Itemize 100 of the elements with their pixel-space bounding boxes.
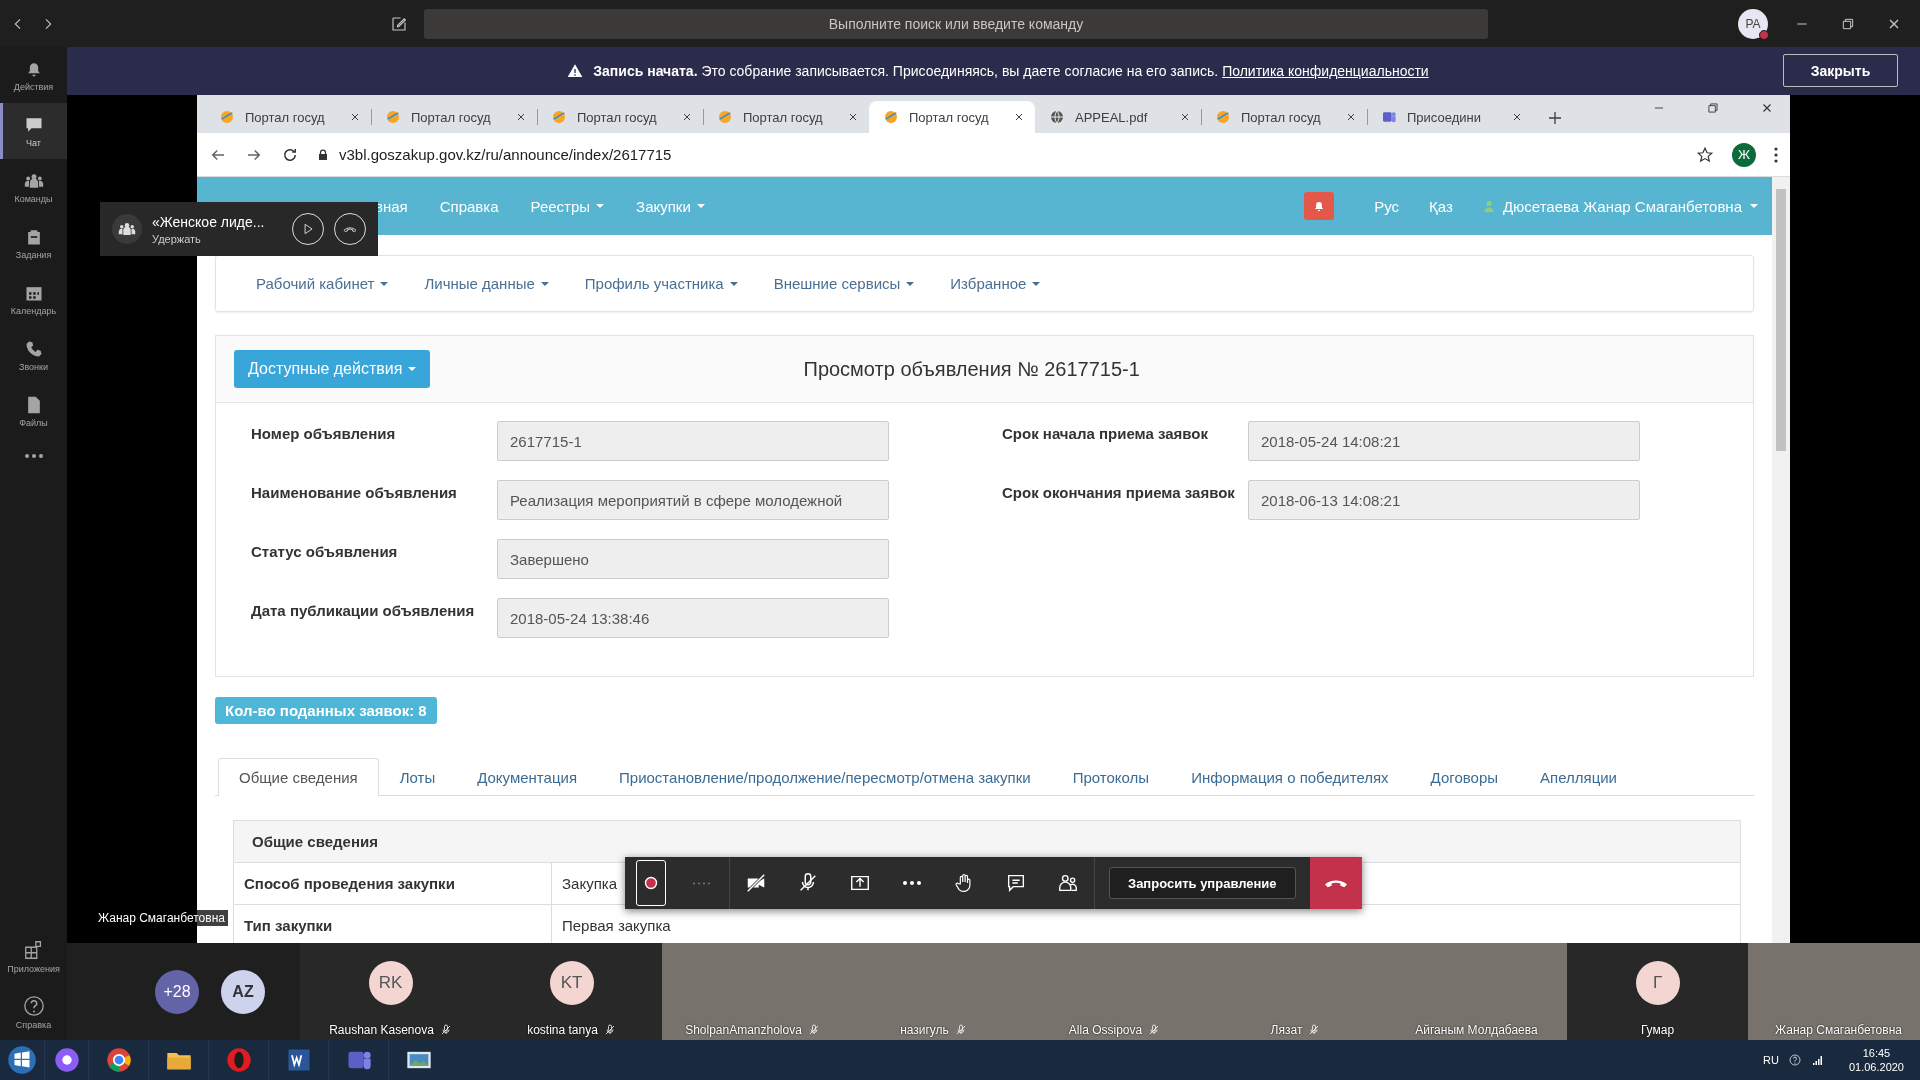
participant-avatar: Г	[1635, 960, 1680, 1005]
text-field[interactable]: 2018-05-24 14:08:21	[1248, 421, 1640, 461]
rail-item[interactable]: Звонки	[0, 327, 67, 383]
more-icon[interactable]	[23, 453, 44, 459]
text-field[interactable]: Реализация мероприятий в сфере молодежной	[497, 480, 889, 520]
nav-link[interactable]: Внешние сервисы	[773, 275, 915, 292]
notifications-button[interactable]	[1304, 192, 1335, 220]
bookmark-star-icon[interactable]	[1696, 145, 1714, 164]
group-icon	[118, 220, 136, 238]
text-field[interactable]: 2617715-1	[497, 421, 889, 461]
rail-item[interactable]: Справка	[0, 984, 67, 1040]
rail-item[interactable]: Чат	[0, 103, 67, 159]
circle-app-icon[interactable]	[52, 1046, 81, 1074]
help-icon[interactable]	[1788, 1054, 1801, 1066]
close-button[interactable]: Закрыть	[1783, 54, 1898, 87]
participant-name: Жанар Смаганбетовна	[95, 910, 228, 926]
table-cell-text: Первая закупка	[561, 916, 671, 936]
profile-avatar[interactable]: Ж	[1732, 142, 1756, 167]
page-title: Просмотр объявления № 2617715-1	[802, 357, 1141, 381]
field-label: Срок начала приема заявок	[1002, 424, 1209, 444]
rail-item[interactable]: Задания	[0, 215, 67, 271]
browser-icon[interactable]	[104, 1046, 133, 1074]
nav-link[interactable]: Рабочий кабинет	[256, 275, 389, 292]
record-button[interactable]	[636, 860, 666, 906]
field-label: Срок окончания приема заявок	[1002, 483, 1236, 503]
text-field[interactable]: 2018-06-13 14:08:21	[1248, 480, 1640, 520]
new-tab-icon[interactable]	[1547, 110, 1563, 126]
browser-tab[interactable]: APPEAL.pdf	[1035, 101, 1201, 133]
close-icon[interactable]	[515, 111, 527, 123]
browser-tab[interactable]: Портал госуд	[371, 101, 537, 133]
text-field[interactable]: Завершено	[497, 539, 889, 579]
more-participants-button[interactable]: +28	[155, 969, 199, 1014]
close-icon[interactable]	[349, 111, 361, 123]
close-icon[interactable]	[847, 111, 859, 123]
participant-name: назигуль	[900, 1023, 949, 1037]
site-icon	[219, 109, 235, 125]
tab[interactable]: Общие сведения	[218, 758, 379, 796]
browser-tab[interactable]: Портал госуд	[1201, 101, 1367, 133]
browser-tab[interactable]: Портал госуд	[869, 101, 1035, 133]
address-bar[interactable]: v3bl.goszakup.gov.kz/ru/announce/index/2617715	[317, 137, 1678, 172]
close-icon[interactable]	[1511, 111, 1523, 123]
browser-tab[interactable]: Присоедини	[1367, 101, 1533, 133]
table-cell: Способ проведения закупки	[234, 863, 552, 904]
participants-icon	[1057, 872, 1079, 894]
chat-icon	[1005, 872, 1027, 894]
language-indicator[interactable]: RU	[1763, 1054, 1779, 1066]
warning-icon	[567, 63, 584, 79]
count-badge: Кол-во поданных заявок: 8	[215, 697, 437, 724]
nav-link[interactable]: Профиль участника	[584, 275, 738, 292]
close-icon[interactable]	[1013, 111, 1025, 123]
tab[interactable]: Протоколы	[1051, 758, 1171, 796]
rail-item[interactable]: Файлы	[0, 383, 67, 439]
app-icon	[1381, 109, 1397, 125]
search-field[interactable]: Выполните поиск или введите команду	[424, 8, 1488, 39]
scrollbar[interactable]	[1772, 177, 1790, 943]
close-icon[interactable]	[681, 111, 693, 123]
compose-icon[interactable]	[390, 14, 408, 33]
person-icon	[1482, 199, 1495, 213]
opera-style-icon[interactable]	[224, 1046, 253, 1074]
rail-item[interactable]: Команды	[0, 159, 67, 215]
nav-link[interactable]: Избранное	[950, 275, 1041, 292]
recording-notice: Запись начата. Это собрание записывается. Присоединяясь, вы даете согласие на его запись.	[593, 63, 1219, 79]
browser-tab[interactable]: Портал госуд	[537, 101, 703, 133]
close-icon[interactable]	[1345, 111, 1357, 123]
browser-tab[interactable]: Портал госуд	[703, 101, 869, 133]
browser-tab[interactable]: Портал госуд	[205, 101, 371, 133]
nav-link[interactable]: Личные данные	[424, 275, 549, 292]
status-dot	[1759, 29, 1769, 40]
play-icon	[301, 222, 315, 236]
rail-item[interactable]: Календарь	[0, 271, 67, 327]
field-label: Дата публикации объявления	[251, 601, 476, 621]
tab[interactable]: Лоты	[378, 758, 457, 796]
privacy-link[interactable]: Политика конфиденциальности	[1222, 63, 1429, 79]
request-control-button[interactable]: Запросить управление	[1109, 867, 1296, 899]
start-icon[interactable]	[7, 1045, 37, 1075]
participant-avatar: RK	[368, 960, 413, 1005]
network-icon[interactable]	[1810, 1054, 1825, 1066]
table-cell-text: Закупка	[561, 874, 617, 894]
site-icon	[385, 109, 401, 125]
text-field[interactable]: 2018-05-24 13:38:46	[497, 598, 889, 638]
field-label: Номер объявления	[251, 424, 397, 444]
restore-icon[interactable]	[1706, 101, 1720, 115]
participant-name: Лязат	[1270, 1023, 1303, 1037]
tab[interactable]: Апелляции	[1519, 758, 1638, 796]
participant-name: Айганым Молдабаева	[1415, 1023, 1538, 1037]
rail-item[interactable]: Действия	[0, 47, 67, 103]
tab[interactable]: Приостановление/продолжение/пересмотр/отмена закупки	[598, 758, 1052, 796]
menu-icon[interactable]	[1774, 146, 1778, 163]
participant-name: Жанар Смаганбетовна	[1775, 1023, 1902, 1037]
participant-avatar[interactable]: AZ	[221, 969, 265, 1014]
participant-avatar: KT	[549, 960, 594, 1005]
user-avatar[interactable]: PA	[1738, 8, 1768, 39]
hang-up-button[interactable]	[1309, 857, 1362, 909]
tab[interactable]: Информация о победителях	[1170, 758, 1410, 796]
close-icon[interactable]	[1179, 111, 1191, 123]
clock-date: 01.06.2020	[1848, 1061, 1904, 1073]
rail-item[interactable]: Приложения	[0, 928, 67, 984]
tab[interactable]: Договоры	[1409, 758, 1520, 796]
tab[interactable]: Документация	[456, 758, 598, 796]
camera-off-icon	[745, 872, 767, 894]
